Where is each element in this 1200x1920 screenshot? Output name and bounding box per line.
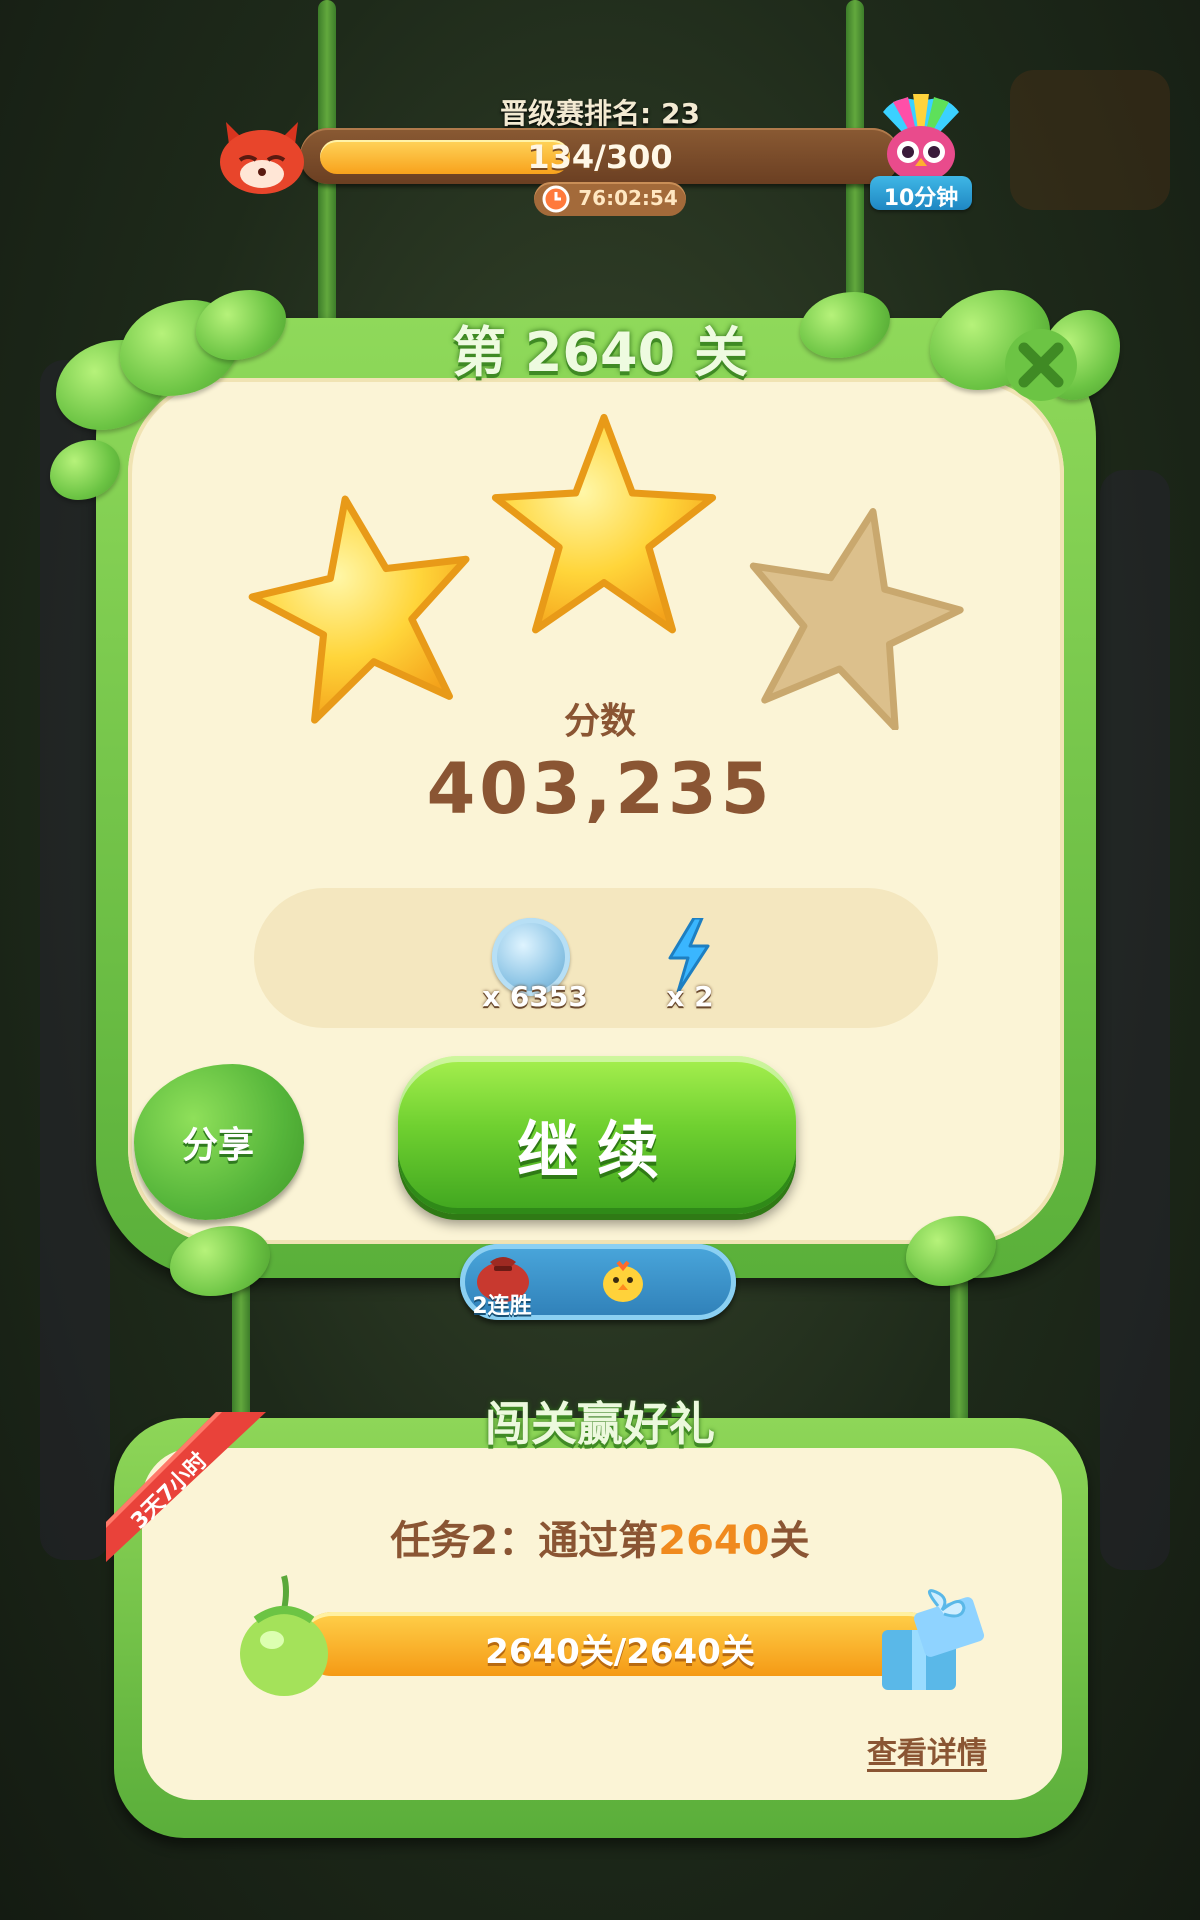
background-sign bbox=[1010, 70, 1170, 210]
green-fruit-icon bbox=[240, 1575, 328, 1696]
alarm-clock-icon bbox=[542, 185, 570, 213]
task-level: 2640 bbox=[658, 1518, 770, 1564]
rank-progress-text: 134/300 bbox=[527, 138, 673, 176]
chick-icon bbox=[603, 1260, 643, 1302]
gift-box-icon[interactable] bbox=[872, 1586, 990, 1696]
win-streak-label: 2连胜 bbox=[472, 1294, 532, 1319]
timer-text: 76:02:54 bbox=[578, 186, 678, 210]
lightning-amount: x 2 bbox=[666, 980, 714, 1013]
star-earned-1 bbox=[248, 495, 470, 724]
fox-avatar-icon[interactable] bbox=[216, 112, 308, 198]
rank-label: 晋级赛排名: 23 bbox=[500, 97, 700, 130]
score-value: 403,235 bbox=[426, 748, 774, 830]
task-description: 任务2：通过第2640关 bbox=[0, 1508, 1200, 1566]
reward-time-text: 10分钟 bbox=[883, 186, 959, 211]
score-label: 分数 bbox=[563, 701, 636, 742]
task-prefix: 任务2：通过第 bbox=[390, 1518, 659, 1564]
task-suffix: 关 bbox=[769, 1518, 810, 1564]
continue-label: 继续 bbox=[516, 1114, 677, 1187]
coin-amount: x 6353 bbox=[482, 980, 588, 1013]
close-button[interactable] bbox=[1004, 328, 1078, 402]
event-progress-text: 2640关/2640关 bbox=[485, 1632, 755, 1672]
share-label: 分享 bbox=[181, 1125, 254, 1166]
star-earned-2 bbox=[491, 413, 717, 634]
view-details-link[interactable]: 查看详情 bbox=[860, 1728, 994, 1772]
